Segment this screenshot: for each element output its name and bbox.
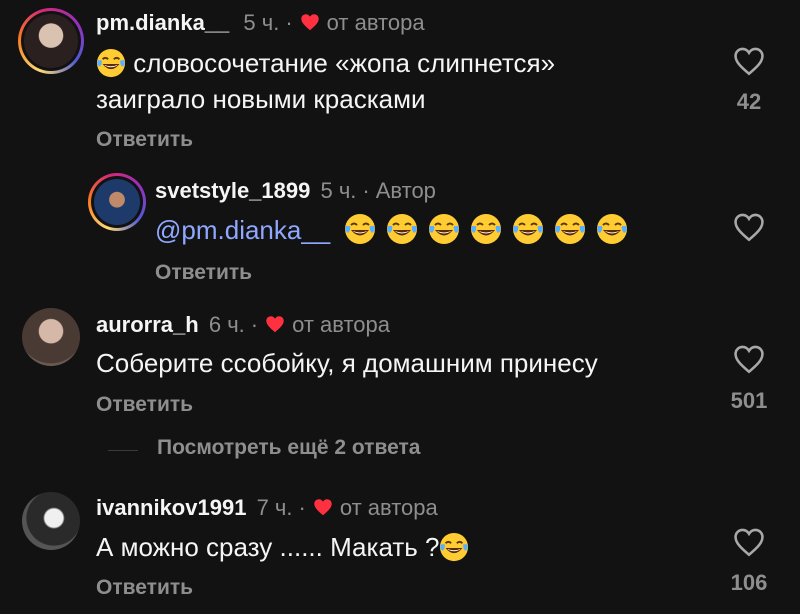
comment-meta: pm.dianka__ 5 ч. · от автора — [96, 10, 425, 35]
like-count: 42 — [736, 89, 762, 114]
heart-outline-icon[interactable] — [732, 525, 766, 559]
username[interactable]: svetstyle_1899 — [155, 178, 310, 203]
mention-link[interactable]: @pm.dianka__ — [155, 215, 330, 245]
tears-of-joy-emoji — [428, 213, 460, 245]
avatar[interactable] — [88, 173, 146, 231]
tears-of-joy-emoji — [554, 213, 586, 245]
timestamp: 5 ч. — [320, 178, 357, 203]
comment-text: А можно сразу ...... Макать ? — [96, 530, 469, 564]
avatar[interactable] — [22, 308, 80, 366]
comment-text-line2: заиграло новыми красками — [96, 84, 426, 114]
timestamp: 7 ч. — [256, 495, 293, 520]
view-more-replies-button[interactable]: Посмотреть ещё 2 ответа — [157, 436, 420, 460]
author-like-label: от автора — [292, 312, 391, 337]
username[interactable]: ivannikov1991 — [96, 495, 246, 520]
author-tag: Автор — [375, 178, 436, 203]
comment-text: словосочетание «жопа слипнется» — [96, 46, 555, 80]
comment-text: Соберите ссобойку, я домашним принесу — [96, 348, 598, 378]
tears-of-joy-emoji — [512, 213, 544, 245]
username[interactable]: pm.dianka__ — [96, 10, 229, 35]
username[interactable]: aurorra_h — [96, 312, 199, 337]
heart-filled-icon — [312, 496, 334, 518]
like-count: 106 — [730, 570, 768, 595]
heart-outline-icon[interactable] — [732, 342, 766, 376]
heart-outline-icon[interactable] — [732, 44, 766, 78]
comment-meta: svetstyle_1899 5 ч. · Автор — [155, 178, 436, 203]
reply-button[interactable]: Ответить — [96, 128, 193, 152]
avatar[interactable] — [18, 8, 84, 74]
like-count: 501 — [730, 388, 768, 413]
timestamp: 6 ч. — [208, 312, 245, 337]
author-like-label: от автора — [339, 495, 438, 520]
heart-filled-icon — [299, 11, 321, 33]
comment-meta: aurorra_h 6 ч. · от автора — [96, 312, 391, 337]
tears-of-joy-emoji — [386, 213, 418, 245]
author-like-label: от автора — [326, 10, 425, 35]
divider — [108, 450, 138, 451]
avatar[interactable] — [22, 492, 80, 550]
reply-button[interactable]: Ответить — [155, 261, 252, 285]
tears-of-joy-emoji — [439, 532, 469, 562]
tears-of-joy-emoji — [470, 213, 502, 245]
comment-text: @pm.dianka__ — [155, 213, 628, 247]
comment-meta: ivannikov1991 7 ч. · от автора — [96, 495, 438, 520]
timestamp: 5 ч. — [243, 10, 280, 35]
heart-filled-icon — [264, 313, 286, 335]
heart-outline-icon[interactable] — [732, 210, 766, 244]
tears-of-joy-emoji — [96, 48, 126, 78]
reply-button[interactable]: Ответить — [96, 393, 193, 417]
tears-of-joy-emoji — [596, 213, 628, 245]
tears-of-joy-emoji — [344, 213, 376, 245]
emoji-row — [344, 215, 628, 245]
reply-button[interactable]: Ответить — [96, 576, 193, 600]
